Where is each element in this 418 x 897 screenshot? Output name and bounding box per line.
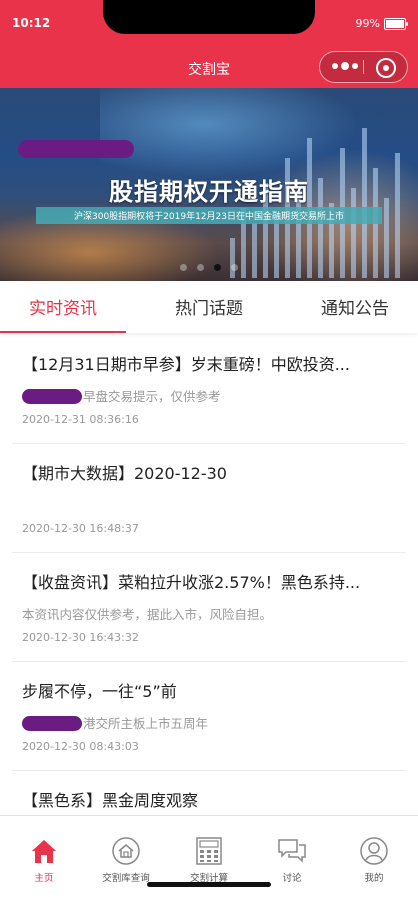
capsule-divider (363, 60, 364, 74)
nav-warehouse-query[interactable]: 交割库查询 (84, 816, 168, 886)
news-item[interactable]: 【期市大数据】2020-12-30 2020-12-30 16:48:37 (12, 444, 406, 553)
phone-screen: 10:12 99% 交割宝 股指期权开通指南 沪深300股指期权将于2019年1… (0, 0, 418, 897)
battery-percent: 99% (355, 17, 380, 30)
user-icon (360, 837, 388, 865)
news-time: 2020-12-31 08:36:16 (22, 413, 139, 426)
device-notch (103, 0, 315, 34)
carousel-dot[interactable] (231, 264, 238, 271)
news-desc-text: 早盘交易提示，仅供参考 (83, 389, 221, 404)
news-time: 2020-12-30 16:48:37 (22, 522, 139, 535)
redacted-label (22, 716, 82, 731)
miniprogram-capsule (319, 51, 408, 83)
news-title: 【收盘资讯】菜粕拉升收涨2.57%！黑色系持... (22, 573, 361, 592)
tab-realtime-news[interactable]: 实时资讯 (0, 281, 126, 333)
tab-announcements[interactable]: 通知公告 (292, 281, 418, 333)
nav-home[interactable]: 主页 (2, 816, 86, 886)
home-icon (32, 840, 56, 863)
banner-bar (384, 198, 389, 278)
news-list: 【12月31日期市早参】岁末重磅！中欧投资... 早盘交易提示，仅供参考 202… (0, 335, 418, 880)
news-title: 【12月31日期市早参】岁末重磅！中欧投资... (22, 355, 350, 374)
carousel-dot[interactable] (197, 264, 204, 271)
carousel-indicators[interactable] (180, 264, 238, 271)
news-item[interactable]: 【收盘资讯】菜粕拉升收涨2.57%！黑色系持... 本资讯内容仅供参考，据此入市… (12, 553, 406, 662)
banner-subtitle: 沪深300股指期权将于2019年12月23日在中国金融期货交易所上市 (74, 212, 344, 222)
news-desc: 本资讯内容仅供参考，据此入市，风险自担。 (22, 607, 273, 622)
news-time: 2020-12-30 16:43:32 (22, 631, 139, 644)
news-title: 步履不停，一往“5”前 (22, 682, 177, 701)
news-time: 2020-12-30 08:43:03 (22, 740, 139, 753)
news-item[interactable]: 步履不停，一往“5”前 港交所主板上市五周年 2020-12-30 08:43:… (12, 662, 406, 771)
more-icon[interactable] (332, 62, 358, 70)
status-battery: 99% (355, 17, 408, 30)
calculator-icon (196, 837, 222, 865)
news-title: 【黑色系】黑金周度观察 (22, 791, 199, 810)
battery-icon (384, 17, 408, 30)
redacted-label (18, 140, 134, 158)
banner-carousel[interactable]: 股指期权开通指南 沪深300股指期权将于2019年12月23日在中国金融期货交易… (0, 88, 418, 281)
news-desc-text: 港交所主板上市五周年 (83, 716, 209, 731)
news-desc: 早盘交易提示，仅供参考 (22, 386, 392, 405)
news-item[interactable]: 【12月31日期市早参】岁末重磅！中欧投资... 早盘交易提示，仅供参考 202… (12, 335, 406, 444)
banner-bar (274, 218, 279, 278)
redacted-label (22, 389, 82, 404)
nav-label: 我的 (364, 873, 384, 884)
banner-bar (252, 223, 257, 278)
nav-profile[interactable]: 我的 (332, 816, 416, 886)
active-tab-indicator (0, 331, 126, 333)
news-title: 【期市大数据】2020-12-30 (22, 464, 227, 483)
nav-label: 主页 (34, 873, 54, 884)
warehouse-icon (112, 837, 140, 865)
close-target-icon[interactable] (376, 58, 396, 78)
carousel-dot[interactable] (180, 264, 187, 271)
banner-headline: 股指期权开通指南 (109, 178, 309, 206)
nav-delivery-calc[interactable]: 交割计算 (167, 816, 251, 886)
news-desc: 港交所主板上市五周年 (22, 713, 392, 732)
nav-discussion[interactable]: 讨论 (250, 816, 334, 886)
banner-bar (230, 238, 235, 278)
app-header: 10:12 99% 交割宝 (0, 0, 418, 88)
status-time: 10:12 (12, 16, 51, 30)
home-indicator[interactable] (147, 882, 271, 887)
tab-hot-topics[interactable]: 热门话题 (146, 281, 272, 333)
chat-icon (278, 839, 306, 863)
carousel-dot[interactable] (214, 264, 221, 271)
tab-bar: 实时资讯 热门话题 通知公告 (0, 281, 418, 333)
